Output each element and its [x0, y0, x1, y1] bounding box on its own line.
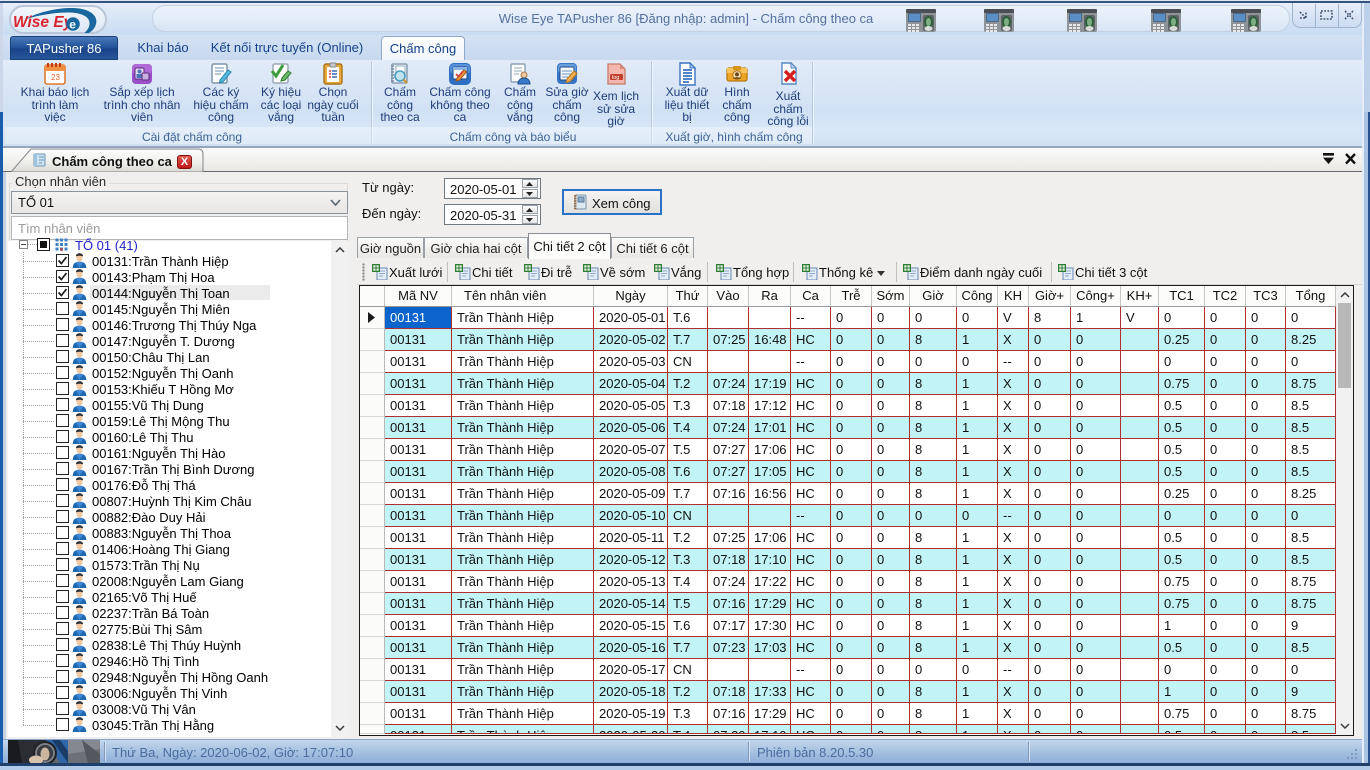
svg-text:23: 23 [51, 73, 60, 82]
svg-text:e: e [69, 18, 76, 32]
svg-text:log: log [612, 75, 619, 81]
svg-text:Wise Ey: Wise Ey [13, 14, 74, 31]
